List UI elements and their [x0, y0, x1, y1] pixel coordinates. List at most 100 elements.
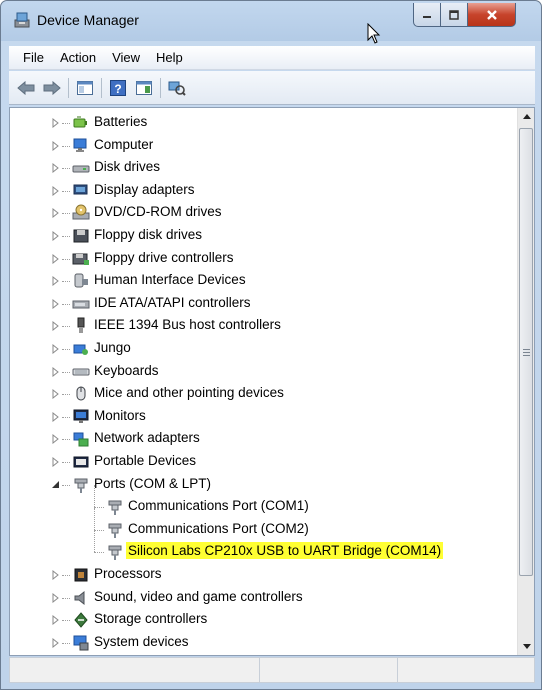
- highlighted-device-label: Silicon Labs CP210x USB to UART Bridge (…: [126, 542, 444, 560]
- scroll-down-button[interactable]: [518, 638, 535, 655]
- tree-category-item[interactable]: Display adapters: [10, 180, 518, 203]
- tree-category-item[interactable]: Monitors: [10, 406, 518, 429]
- tree-connector-line: [94, 529, 104, 531]
- tree-category-item[interactable]: Ports (COM & LPT): [10, 474, 518, 497]
- expand-arrow-icon[interactable]: [51, 298, 61, 309]
- scroll-up-button[interactable]: [518, 108, 535, 125]
- status-cell-main: [10, 658, 260, 682]
- expand-arrow-icon[interactable]: [51, 457, 61, 467]
- tree-connector-line: [62, 642, 70, 644]
- tree-category-item[interactable]: Network adapters: [10, 428, 518, 451]
- toolbar-separator: [101, 77, 102, 98]
- menu-action[interactable]: Action: [52, 48, 104, 67]
- expand-arrow-icon[interactable]: [51, 118, 61, 128]
- menu-view[interactable]: View: [104, 48, 148, 67]
- tree-connector-line: [94, 485, 95, 508]
- tree-item-label: Mice and other pointing devices: [94, 385, 284, 401]
- tree-category-item[interactable]: Disk drives: [10, 157, 518, 180]
- tree-connector-line: [62, 416, 70, 418]
- menu-help[interactable]: Help: [148, 48, 191, 67]
- tree-connector-line: [62, 575, 70, 576]
- tree-item-label: Network adapters: [94, 430, 200, 446]
- port-icon: [108, 500, 122, 516]
- expand-arrow-icon[interactable]: [51, 276, 61, 287]
- expand-arrow-icon[interactable]: [51, 615, 61, 626]
- expand-arrow-icon[interactable]: [51, 253, 61, 264]
- scan-hardware-button[interactable]: [166, 77, 188, 99]
- tree-category-item[interactable]: Floppy disk drives: [10, 225, 518, 248]
- processor-icon: [74, 568, 88, 582]
- network-adapter-icon: [73, 432, 89, 447]
- tree-connector-line: [62, 258, 70, 260]
- tree-child-item[interactable]: Communications Port (COM2): [10, 507, 518, 542]
- ieee1394-icon: [77, 317, 85, 334]
- toolbar: ?: [9, 71, 535, 105]
- tree-connector-line: [94, 552, 104, 554]
- minimize-button[interactable]: [413, 3, 441, 27]
- tree-connector-line: [94, 507, 104, 509]
- help-button[interactable]: ?: [107, 77, 129, 99]
- expand-arrow-icon[interactable]: [51, 231, 61, 241]
- vertical-scrollbar[interactable]: [517, 108, 534, 655]
- expand-arrow-icon[interactable]: [51, 570, 61, 580]
- tree-category-item[interactable]: Sound, video and game controllers: [10, 587, 518, 610]
- expand-arrow-icon[interactable]: [51, 344, 61, 354]
- close-button[interactable]: [468, 3, 516, 27]
- tree-category-item[interactable]: Mice and other pointing devices: [10, 383, 518, 406]
- tree-connector-line: [62, 145, 70, 147]
- tree-category-item[interactable]: Computer: [10, 135, 518, 158]
- tree-child-item[interactable]: Silicon Labs CP210x USB to UART Bridge (…: [10, 530, 518, 564]
- tree-category-item[interactable]: Keyboards: [10, 361, 518, 384]
- properties-icon: [136, 80, 152, 95]
- tree-category-item[interactable]: Human Interface Devices: [10, 270, 518, 293]
- port-icon: [108, 545, 122, 561]
- menu-file[interactable]: File: [15, 48, 52, 67]
- tree-connector-line: [62, 190, 70, 192]
- show-hide-console-tree-button[interactable]: [74, 77, 96, 99]
- tree-category-item[interactable]: Batteries: [10, 112, 518, 135]
- maximize-button[interactable]: [441, 3, 468, 27]
- expand-arrow-icon[interactable]: [51, 321, 61, 332]
- expand-arrow-icon[interactable]: [51, 434, 61, 445]
- forward-arrow-icon: [43, 80, 61, 95]
- menu-bar: File Action View Help: [9, 46, 535, 70]
- port-icon: [108, 523, 122, 538]
- expand-arrow-icon[interactable]: [51, 140, 61, 151]
- tree-category-item[interactable]: DVD/CD-ROM drives: [10, 202, 518, 225]
- expand-arrow-icon[interactable]: [51, 637, 61, 648]
- tree-category-item[interactable]: IEEE 1394 Bus host controllers: [10, 315, 518, 338]
- computer-icon: [73, 138, 87, 152]
- tree-connector-line: [62, 326, 70, 328]
- expand-arrow-icon[interactable]: [51, 208, 61, 219]
- tree-category-item[interactable]: Processors: [10, 564, 518, 587]
- tree-category-item[interactable]: Jungo: [10, 338, 518, 361]
- tree-category-item[interactable]: Floppy drive controllers: [10, 248, 518, 271]
- portable-device-icon: [73, 456, 89, 468]
- expand-arrow-icon[interactable]: [51, 366, 61, 377]
- expand-arrow-icon[interactable]: [51, 163, 61, 174]
- tree-category-item[interactable]: System devices: [10, 632, 518, 655]
- tree-category-item[interactable]: IDE ATA/ATAPI controllers: [10, 293, 518, 316]
- title-bar[interactable]: Device Manager: [1, 1, 541, 44]
- collapse-arrow-icon[interactable]: [51, 480, 61, 490]
- ide-controller-icon: [72, 300, 90, 309]
- floppy-disk-icon: [73, 229, 89, 243]
- tree-category-item[interactable]: Storage controllers: [10, 609, 518, 632]
- forward-button[interactable]: [41, 77, 63, 99]
- back-button[interactable]: [15, 77, 37, 99]
- expand-arrow-icon[interactable]: [51, 185, 61, 196]
- scroll-thumb[interactable]: [519, 128, 533, 576]
- tree-connector-line: [94, 507, 95, 530]
- properties-button[interactable]: [133, 77, 155, 99]
- expand-arrow-icon[interactable]: [51, 592, 61, 603]
- expand-arrow-icon[interactable]: [51, 411, 61, 422]
- tree-child-item[interactable]: Communications Port (COM1): [10, 485, 518, 519]
- expand-arrow-icon[interactable]: [51, 389, 61, 400]
- tree-item-label: Jungo: [94, 340, 131, 355]
- tree-item-label: Keyboards: [94, 362, 159, 378]
- tree-connector-line: [62, 236, 70, 237]
- tree-connector-line: [94, 530, 95, 553]
- tree-connector-line: [62, 349, 70, 350]
- tree-category-item[interactable]: Portable Devices: [10, 451, 518, 474]
- chevron-down-icon: [522, 644, 531, 649]
